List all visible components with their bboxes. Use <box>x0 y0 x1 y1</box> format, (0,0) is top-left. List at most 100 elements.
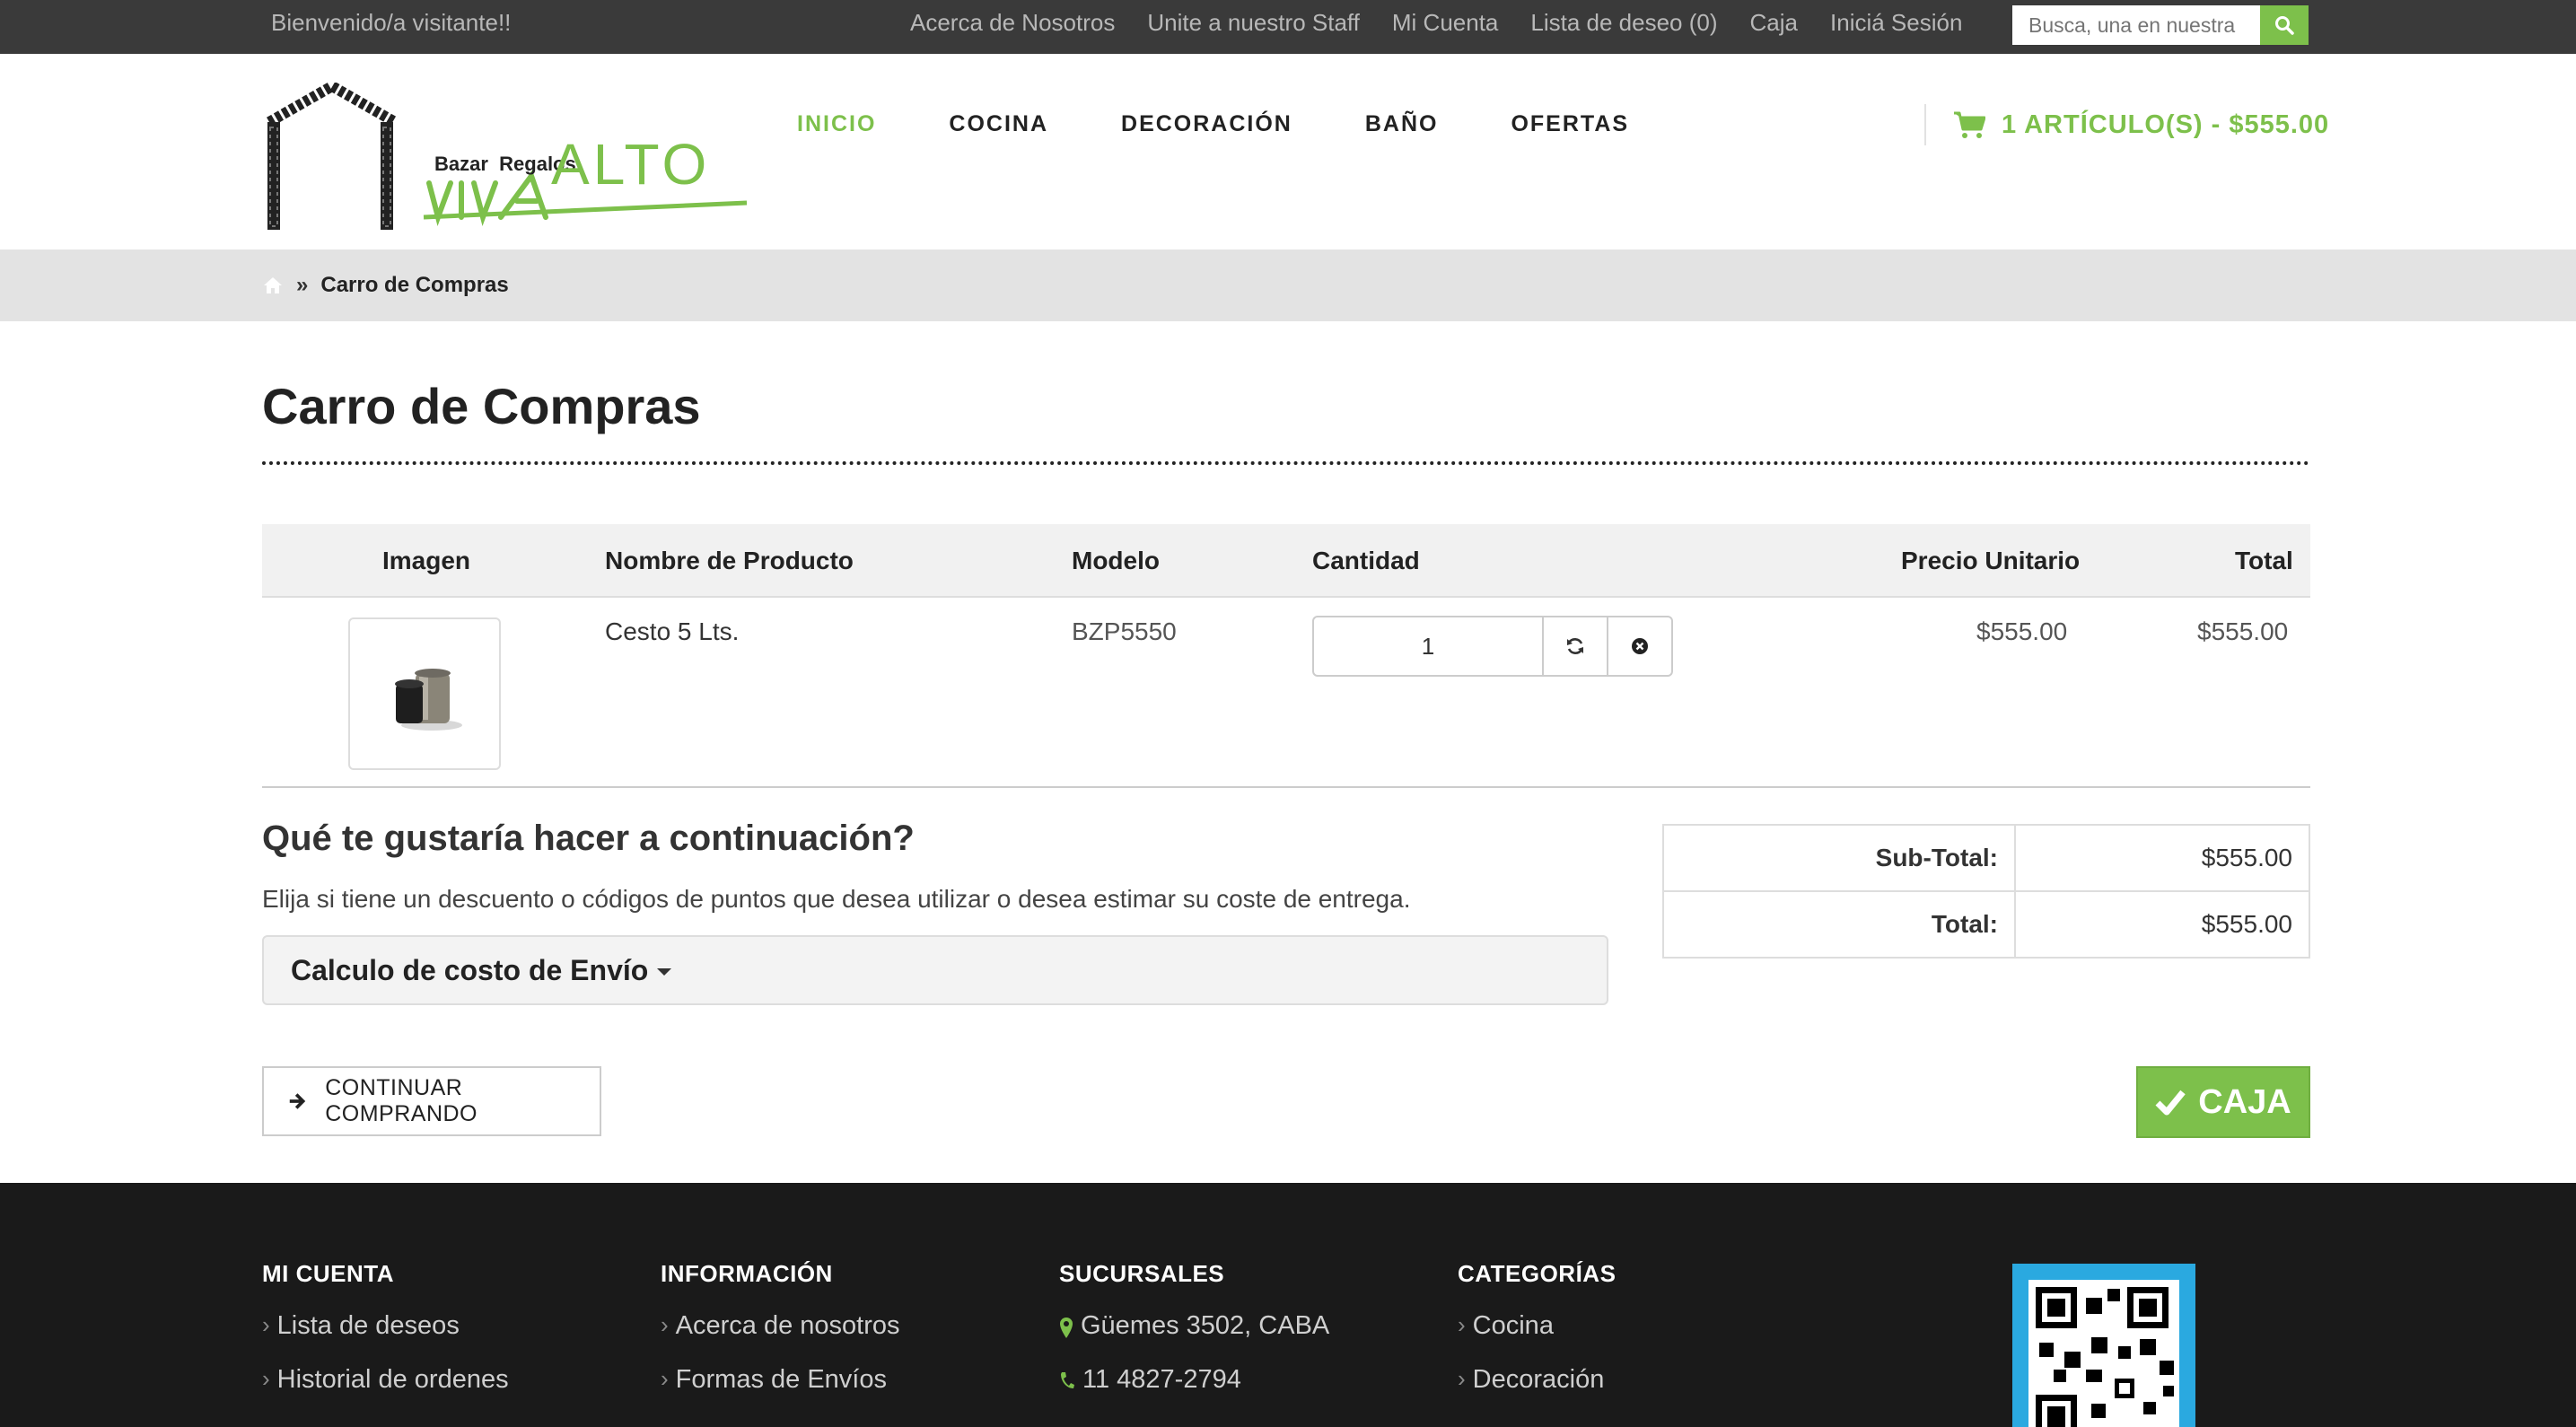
line-total: $555.00 <box>2197 617 2289 645</box>
top-link-about[interactable]: Acerca de Nosotros <box>910 0 1115 45</box>
footer-link[interactable]: › Lista de deseos <box>262 1311 509 1365</box>
footer-col-account: MI CUENTA › Lista de deseos › Historial de… <box>262 1260 509 1419</box>
cart-summary: 1 ARTÍCULO(S) - $555.00 <box>2002 109 2330 139</box>
qr-code-icon <box>2036 1287 2174 1427</box>
col-product-name: Nombre de Producto <box>605 547 854 574</box>
footer-link-label: Decoración <box>1472 1365 1605 1394</box>
product-image <box>395 669 462 731</box>
checkout-label: CAJA <box>2198 1082 2291 1121</box>
footer-heading: CATEGORÍAS <box>1458 1260 1617 1287</box>
cart-totals: Sub-Total: $555.00 Total: $555.00 <box>1662 824 2310 959</box>
continue-shopping-button[interactable]: CONTINUAR COMPRANDO <box>262 1066 601 1136</box>
title-divider <box>262 461 2310 465</box>
nav-inicio[interactable]: INICIO <box>797 111 876 137</box>
col-quantity: Cantidad <box>1312 547 1420 574</box>
top-link-account[interactable]: Mi Cuenta <box>1392 0 1499 45</box>
top-links: Acerca de Nosotros Unite a nuestro Staff… <box>910 0 1962 45</box>
checkout-button[interactable]: CAJA <box>2136 1066 2310 1138</box>
phone-icon <box>1061 1372 1074 1388</box>
table-row: Sub-Total: $555.00 <box>1662 824 2310 892</box>
remove-circle-icon <box>1632 638 1648 654</box>
product-model: BZP5550 <box>1072 617 1177 645</box>
product-name[interactable]: Cesto 5 Lts. <box>605 617 739 646</box>
search-input[interactable] <box>2012 5 2260 45</box>
nav-decoracion[interactable]: DECORACIÓN <box>1121 111 1292 137</box>
chevron-right-icon: › <box>661 1365 669 1392</box>
footer-heading: SUCURSALES <box>1059 1260 1225 1287</box>
footer-link[interactable]: › Cocina <box>1458 1311 1616 1365</box>
map-marker-icon <box>1060 1318 1073 1338</box>
footer-phone-label: 11 4827-2794 <box>1082 1365 1241 1394</box>
checkmark-icon <box>2155 1090 2186 1116</box>
col-image: Imagen <box>382 547 471 574</box>
search-button[interactable] <box>2260 5 2309 45</box>
footer-phone: 11 4827-2794 <box>1059 1365 1329 1419</box>
welcome-message: Bienvenido/a visitante!! <box>271 9 512 36</box>
site-logo[interactable]: Bazar Regalos ALTO <box>262 80 748 233</box>
search-box <box>2012 5 2309 45</box>
chevron-right-icon: › <box>262 1365 270 1392</box>
col-total: Total <box>2235 547 2293 574</box>
qr-code <box>2012 1264 2195 1427</box>
quantity-input[interactable] <box>1312 616 1544 677</box>
total-label: Total: <box>1662 890 2016 959</box>
header-cart[interactable]: 1 ARTÍCULO(S) - $555.00 <box>1924 104 2329 145</box>
nav-cocina[interactable]: COCINA <box>949 111 1048 137</box>
breadcrumb-current[interactable]: Carro de Compras <box>320 273 508 298</box>
subtotal-label: Sub-Total: <box>1662 824 2016 892</box>
breadcrumb-separator: » <box>296 273 309 297</box>
page-title: Carro de Compras <box>262 378 701 434</box>
shopping-cart-icon <box>1954 111 1985 138</box>
top-link-checkout[interactable]: Caja <box>1750 0 1798 45</box>
cart-table-header: Imagen Nombre de Producto Modelo Cantida… <box>262 524 2310 598</box>
breadcrumb: » Carro de Compras <box>0 250 2576 321</box>
update-quantity-button[interactable] <box>1544 616 1608 677</box>
top-link-login[interactable]: Iniciá Sesión <box>1830 0 1962 45</box>
unit-price: $555.00 <box>1976 617 2068 645</box>
shipping-estimate-panel[interactable]: Calculo de costo de Envío <box>262 935 1608 1005</box>
chevron-right-icon: › <box>1458 1365 1466 1392</box>
footer-col-categories: CATEGORÍAS › Cocina › Decoración <box>1458 1260 1616 1419</box>
top-link-staff[interactable]: Unite a nuestro Staff <box>1147 0 1360 45</box>
footer-link-label: Formas de Envíos <box>675 1365 887 1394</box>
logo-brand: ALTO <box>551 132 711 197</box>
footer-link[interactable]: › Formas de Envíos <box>661 1365 900 1419</box>
chevron-right-icon: › <box>1458 1311 1466 1338</box>
main-navigation: INICIO COCINA DECORACIÓN BAÑO OFERTAS <box>797 111 1629 137</box>
table-row: Total: $555.00 <box>1662 890 2310 959</box>
nav-bano[interactable]: BAÑO <box>1365 111 1439 137</box>
subtotal-value: $555.00 <box>2014 824 2310 892</box>
table-divider <box>262 786 2310 788</box>
chevron-right-icon: › <box>661 1311 669 1338</box>
continue-shopping-label: CONTINUAR COMPRANDO <box>325 1075 478 1126</box>
refresh-icon <box>1567 638 1583 654</box>
product-thumbnail[interactable] <box>348 617 501 770</box>
footer-col-branches: SUCURSALES Güemes 3502, CABA 11 4827-279… <box>1059 1260 1329 1419</box>
next-steps-title: Qué te gustaría hacer a continuación? <box>262 819 915 858</box>
footer-link[interactable]: › Acerca de nosotros <box>661 1311 900 1365</box>
quantity-control <box>1312 616 1673 677</box>
col-model: Modelo <box>1072 547 1160 574</box>
footer-link-label: Cocina <box>1472 1311 1554 1340</box>
home-icon[interactable] <box>262 276 284 295</box>
footer-link[interactable]: › Decoración <box>1458 1365 1616 1419</box>
footer-col-info: INFORMACIÓN › Acerca de nosotros › Formas … <box>661 1260 900 1419</box>
shipping-panel-title: Calculo de costo de Envío <box>291 953 649 986</box>
total-value: $555.00 <box>2014 890 2310 959</box>
footer-link[interactable]: › Historial de ordenes <box>262 1365 509 1419</box>
top-bar: Bienvenido/a visitante!! Acerca de Nosot… <box>0 0 2576 54</box>
search-icon <box>2275 16 2294 35</box>
nav-ofertas[interactable]: OFERTAS <box>1511 111 1629 137</box>
footer-link-label: Acerca de nosotros <box>675 1311 900 1340</box>
footer-link-label: Historial de ordenes <box>276 1365 509 1394</box>
top-link-wishlist[interactable]: Lista de deseo (0) <box>1530 0 1717 45</box>
footer-link-label: Lista de deseos <box>276 1311 460 1340</box>
next-steps-description: Elija si tiene un descuento o códigos de… <box>262 885 1411 913</box>
footer-heading: INFORMACIÓN <box>661 1260 833 1287</box>
footer-address: Güemes 3502, CABA <box>1059 1311 1329 1365</box>
footer-heading: MI CUENTA <box>262 1260 395 1287</box>
chevron-right-icon: › <box>262 1311 270 1338</box>
chevron-down-icon <box>657 968 672 976</box>
remove-item-button[interactable] <box>1608 616 1673 677</box>
footer-address-label: Güemes 3502, CABA <box>1081 1311 1330 1340</box>
